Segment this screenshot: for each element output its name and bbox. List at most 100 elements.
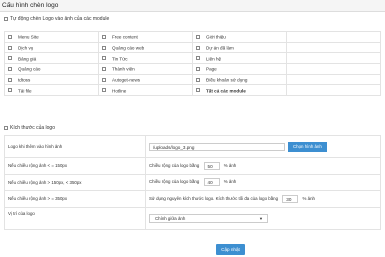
module-checkbox[interactable]	[8, 56, 12, 61]
module-cell[interactable]: Quảng cáo	[4, 63, 99, 75]
module-checkbox[interactable]	[102, 77, 106, 82]
module-label: Dự án đã làm	[206, 45, 234, 51]
module-label: Dịch vụ	[18, 45, 34, 51]
size-row-small: Nếu chiều rộng ảnh < = 150px Chiều rộng …	[4, 157, 381, 175]
module-cell[interactable]: Menu Site	[4, 31, 99, 43]
size-row-small-label: Nếu chiều rộng ảnh < = 150px	[4, 157, 146, 175]
logo-file-label: Logo khi thêm vào hình ảnh	[4, 135, 146, 158]
module-checkbox[interactable]	[102, 34, 106, 39]
module-cell[interactable]: Thành viên	[98, 63, 193, 75]
empty-cell	[286, 52, 381, 65]
size-row-large-after: % ảnh	[302, 195, 315, 201]
logo-size-checkbox[interactable]	[4, 126, 8, 130]
size-row-large-before: Sử dụng nguyên kích thước logo. Kích thư…	[149, 195, 279, 201]
module-cell[interactable]: Tải file	[4, 84, 99, 97]
empty-cell	[286, 63, 381, 75]
module-cell[interactable]: Điều khoản sử dụng	[192, 73, 287, 86]
size-small-input[interactable]: 50	[203, 161, 220, 170]
panel-header: Cấu hình chèn logo	[0, 0, 385, 12]
empty-cell	[286, 31, 381, 43]
position-cell: Chính giữa ảnh ▼	[145, 206, 381, 230]
module-checkbox[interactable]	[8, 45, 12, 50]
module-cell[interactable]: Tin Tức	[98, 52, 193, 65]
module-cell[interactable]: Page	[192, 63, 287, 75]
module-label: Thành viên	[112, 66, 135, 72]
size-row-large-label: Nếu chiều rộng ảnh > = 350px	[4, 190, 146, 208]
module-row: Quảng cáo Thành viên Page	[4, 63, 381, 75]
module-cell[interactable]: Bảng giá	[4, 52, 99, 65]
size-row-small-cell: Chiều rộng của logo bằng 50 % ảnh	[145, 157, 381, 175]
position-row: Vị trí của logo Chính giữa ảnh ▼	[4, 206, 381, 230]
module-checkbox[interactable]	[8, 34, 12, 39]
module-label: Bảng giá	[18, 55, 37, 61]
module-cell[interactable]: tdtoss	[4, 73, 99, 86]
module-cell[interactable]: Quảng cáo web	[98, 41, 193, 54]
module-row: Menu Site Free content Giới thiệu	[4, 31, 381, 43]
module-cell[interactable]: Dịch vụ	[4, 41, 99, 54]
module-table: Menu Site Free content Giới thiệu Dịch vụ Qu…	[4, 31, 381, 97]
module-label: Hotline	[112, 87, 127, 93]
size-row-medium-after: % ảnh	[223, 179, 237, 185]
module-label: Free content	[112, 34, 138, 40]
module-label: Tin Tức	[112, 55, 128, 61]
chevron-down-icon: ▼	[259, 215, 263, 221]
size-row-small-after: % ảnh	[223, 162, 237, 168]
module-checkbox[interactable]	[196, 88, 200, 93]
page-title: Cấu hình chèn logo	[2, 2, 59, 9]
module-checkbox[interactable]	[196, 67, 200, 72]
module-label: Menu Site	[18, 34, 39, 40]
module-checkbox[interactable]	[196, 77, 200, 82]
size-row-large: Nếu chiều rộng ảnh > = 350px Sử dụng ngu…	[4, 190, 381, 208]
module-checkbox[interactable]	[196, 34, 200, 39]
size-medium-input[interactable]: 40	[203, 178, 220, 187]
module-label: Quảng cáo web	[112, 45, 145, 51]
logo-size-toggle[interactable]: Kích thước của logo	[4, 125, 55, 131]
module-checkbox[interactable]	[102, 45, 106, 50]
module-label: tdtoss	[18, 77, 31, 83]
module-cell[interactable]: Tất cả các module	[192, 84, 287, 97]
module-checkbox[interactable]	[196, 45, 200, 50]
module-row: Tải file Hotline Tất cả các module	[4, 84, 381, 97]
module-label: Autoget-news	[112, 77, 141, 83]
module-checkbox[interactable]	[8, 77, 12, 82]
module-checkbox[interactable]	[196, 56, 200, 61]
module-cell[interactable]: Autoget-news	[98, 73, 193, 86]
module-label: Tải file	[18, 87, 32, 93]
module-cell[interactable]: Giới thiệu	[192, 31, 287, 43]
logo-file-cell: /uploads/logo_3.png Chọn hình ảnh	[145, 135, 381, 158]
module-label: Liên hệ	[206, 55, 222, 61]
module-cell[interactable]: Free content	[98, 31, 193, 43]
size-row-medium-before: Chiều rộng của logo bằng	[149, 179, 200, 185]
module-row: tdtoss Autoget-news Điều khoản sử dụng	[4, 73, 381, 86]
logo-size-label: Kích thước của logo	[10, 125, 55, 131]
logo-config-panel: Cấu hình chèn logo Tự động chèn Logo vào…	[0, 0, 385, 257]
module-checkbox[interactable]	[8, 88, 12, 93]
module-label: Điều khoản sử dụng	[206, 77, 248, 83]
position-selected-value: Chính giữa ảnh	[155, 215, 186, 221]
position-select[interactable]: Chính giữa ảnh ▼	[149, 213, 268, 223]
logo-file-row: Logo khi thêm vào hình ảnh /uploads/logo…	[4, 135, 381, 158]
module-checkbox[interactable]	[102, 88, 106, 93]
module-row: Bảng giá Tin Tức Liên hệ	[4, 52, 381, 65]
size-large-input[interactable]: 30	[282, 194, 299, 203]
save-button[interactable]: Cập nhật	[216, 244, 245, 255]
module-cell[interactable]: Liên hệ	[192, 52, 287, 65]
module-cell[interactable]: Hotline	[98, 84, 193, 97]
module-checkbox[interactable]	[8, 67, 12, 72]
module-label: Tất cả các module	[206, 87, 246, 93]
logo-path-input[interactable]: /uploads/logo_3.png	[149, 142, 285, 151]
size-row-small-before: Chiều rộng của logo bằng	[149, 162, 200, 168]
size-row-medium-label: Nếu chiều rộng ảnh > 150px, < 350px	[4, 173, 146, 191]
position-label: Vị trí của logo	[4, 206, 146, 230]
empty-cell	[286, 73, 381, 86]
module-checkbox[interactable]	[102, 67, 106, 72]
module-cell[interactable]: Dự án đã làm	[192, 41, 287, 54]
module-label: Page	[206, 66, 217, 72]
module-checkbox[interactable]	[102, 56, 106, 61]
auto-logo-toggle[interactable]: Tự động chèn Logo vào ảnh của các module	[4, 16, 109, 22]
module-label: Quảng cáo	[18, 66, 41, 72]
auto-logo-label: Tự động chèn Logo vào ảnh của các module	[10, 16, 110, 22]
choose-image-button[interactable]: Chọn hình ảnh	[288, 141, 327, 152]
auto-logo-checkbox[interactable]	[4, 17, 8, 21]
logo-size-table: Logo khi thêm vào hình ảnh /uploads/logo…	[4, 135, 381, 230]
